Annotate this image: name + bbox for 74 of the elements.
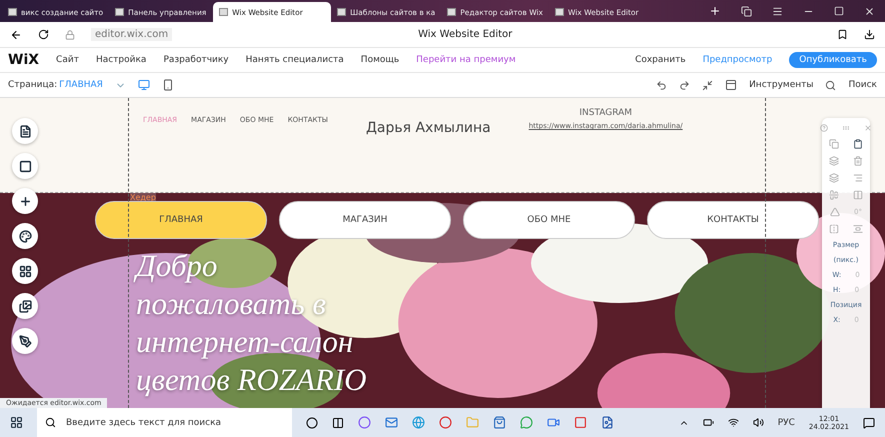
download-icon [864,29,875,40]
search-icon [45,417,56,428]
nav-button[interactable]: КОНТАКТЫ [647,201,819,239]
notification-icon [863,416,875,428]
video-icon [547,416,560,429]
plus-icon [18,194,32,208]
page-label: Страница: [8,80,58,90]
menu-item[interactable]: Разработчику [163,55,229,65]
back-icon [10,28,22,40]
palette-icon [18,230,32,242]
task-view-icon [332,416,344,428]
collapse-icon [702,80,714,90]
page-title: Wix Website Editor [418,29,512,40]
pen-icon [18,334,32,348]
close-icon [864,6,875,16]
language-indicator[interactable]: РУС [778,418,795,428]
flip-icon [829,224,839,234]
circle-icon [306,416,318,428]
grid-icon [18,264,32,278]
chat-icon [520,416,533,429]
trash-icon [853,156,863,166]
instagram-title: INSTAGRAM [579,108,632,118]
window-icon [741,6,752,16]
save-link[interactable]: Сохранить [635,55,686,65]
nav-button[interactable]: МАГАЗИН [279,201,451,239]
folder-icon [466,416,479,429]
undo-icon [656,80,668,90]
help-icon [820,124,828,132]
start-icon [10,416,23,429]
page-icon [18,124,32,138]
store-icon [493,416,506,429]
desktop-icon [138,79,150,91]
wix-logo: WiX [8,52,40,68]
menu-item[interactable]: Настройка [96,55,146,65]
menu-item[interactable]: Нанять специалиста [246,55,344,65]
nav-button[interactable]: ОБО МНЕ [463,201,635,239]
images-icon [18,300,32,312]
new-tab-icon [709,5,721,17]
taskbar-search-box[interactable]: Введите здесь текст для поиска [37,408,292,437]
panel-icon [725,79,738,91]
wifi-icon [728,417,739,428]
search-icon [825,80,836,90]
redo-icon [679,80,690,90]
mail-icon [385,416,398,429]
menu-item[interactable]: Помощь [360,55,400,65]
drag-handle-icon [842,124,850,132]
maximize-icon [834,6,844,16]
site-name: Дарья Ахмылина [366,120,491,138]
premium-link[interactable]: Перейти на премиум [416,55,516,65]
spacing-icon [853,224,863,234]
menu-item[interactable]: Сайт [56,55,79,65]
address-field[interactable]: editor.wix.com [91,28,172,41]
columns-icon [853,190,863,200]
square-icon [18,160,32,172]
pages-button[interactable] [12,118,38,144]
paste-icon [853,139,863,149]
document-icon [601,416,614,429]
bookmark-icon [837,29,848,40]
tools-button[interactable]: Инструменты [749,80,814,90]
section-button[interactable] [12,153,38,179]
mobile-icon [162,79,174,91]
nav-button[interactable]: ГЛАВНАЯ [95,201,267,239]
reload-icon [38,29,49,40]
close-icon [864,124,872,132]
distribute-icon [829,190,839,200]
menu-icon [772,6,783,16]
align-icon [853,173,863,183]
copy-icon [829,139,839,149]
battery-icon [702,417,714,428]
search-button[interactable]: Поиск [848,80,877,90]
app-icon [574,416,587,429]
volume-icon [752,417,764,428]
lock-icon [65,30,75,40]
globe-icon [412,416,425,429]
